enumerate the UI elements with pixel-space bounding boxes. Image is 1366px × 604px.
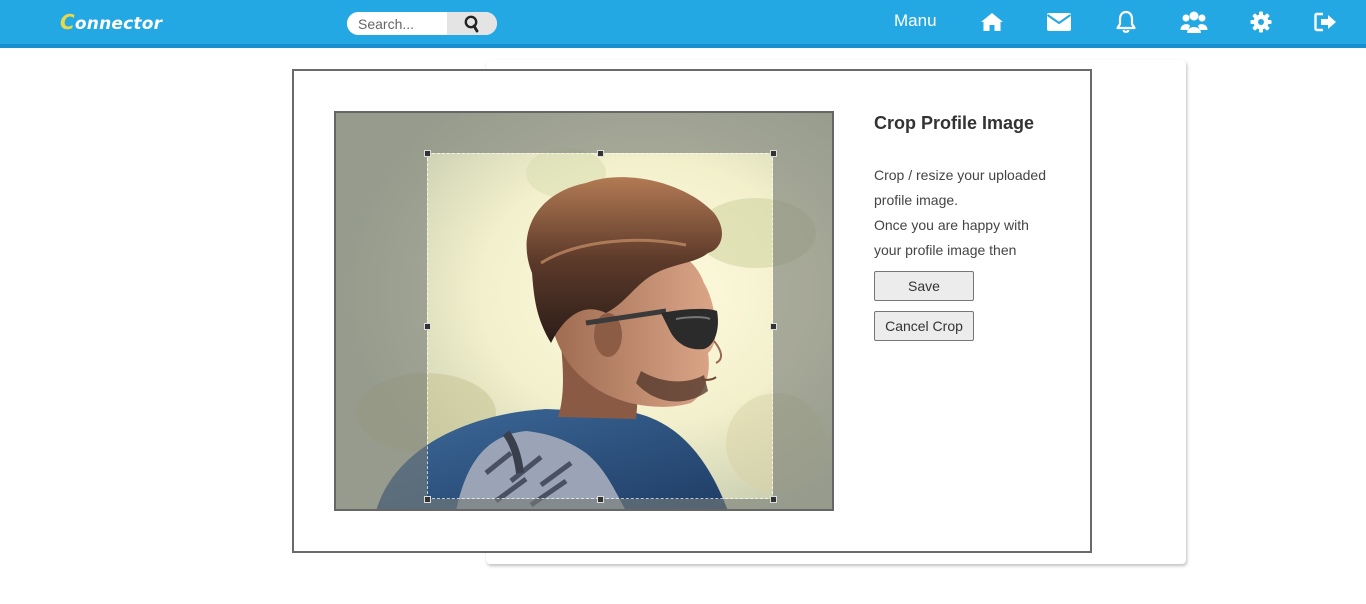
logo-initial: C [60,10,75,34]
instructions-line: profile image. [874,192,959,208]
crop-handle-right[interactable] [770,323,777,330]
crop-handle-left[interactable] [424,323,431,330]
crop-overlay-top [336,113,832,153]
envelope-icon [1046,13,1072,31]
logout-button[interactable] [1311,9,1341,35]
crop-handle-top-left[interactable] [424,150,431,157]
crop-handle-top-right[interactable] [770,150,777,157]
crop-overlay-bottom [336,499,832,509]
notifications-button[interactable] [1111,9,1141,35]
instructions-line: your profile image then [874,242,1017,258]
crop-handle-bottom-right[interactable] [770,496,777,503]
users-icon [1180,11,1208,33]
crop-overlay-left [336,153,427,499]
search-button[interactable] [447,12,497,35]
crop-overlay-right [773,153,832,499]
bell-icon [1116,10,1136,33]
crop-selection-box[interactable] [424,150,777,503]
app-logo[interactable]: Connector [60,10,162,34]
settings-button[interactable] [1246,9,1276,35]
crop-dialog-title: Crop Profile Image [874,113,1035,133]
instructions-line: Once you are happy with [874,217,1029,233]
search-icon [464,15,479,32]
crop-handle-top[interactable] [597,150,604,157]
cancel-crop-button[interactable]: Cancel Crop [874,311,974,341]
gear-icon [1250,11,1272,33]
friends-button[interactable] [1179,9,1209,35]
menu-link[interactable]: Manu [894,11,937,31]
crop-instructions: Crop / resize your uploaded profile imag… [874,163,1064,263]
instructions-line: Crop / resize your uploaded [874,167,1046,183]
home-button[interactable] [977,9,1007,35]
top-navigation-bar: Connector Manu [0,0,1366,48]
logo-text: onnector [74,14,163,34]
crop-handle-bottom-left[interactable] [424,496,431,503]
crop-handle-bottom[interactable] [597,496,604,503]
home-icon [981,13,1003,31]
search-input[interactable] [347,12,447,35]
sign-out-icon [1314,12,1336,32]
save-button[interactable]: Save [874,271,974,301]
messages-button[interactable] [1044,9,1074,35]
search-box [347,12,497,35]
crop-image-area[interactable] [334,111,834,511]
